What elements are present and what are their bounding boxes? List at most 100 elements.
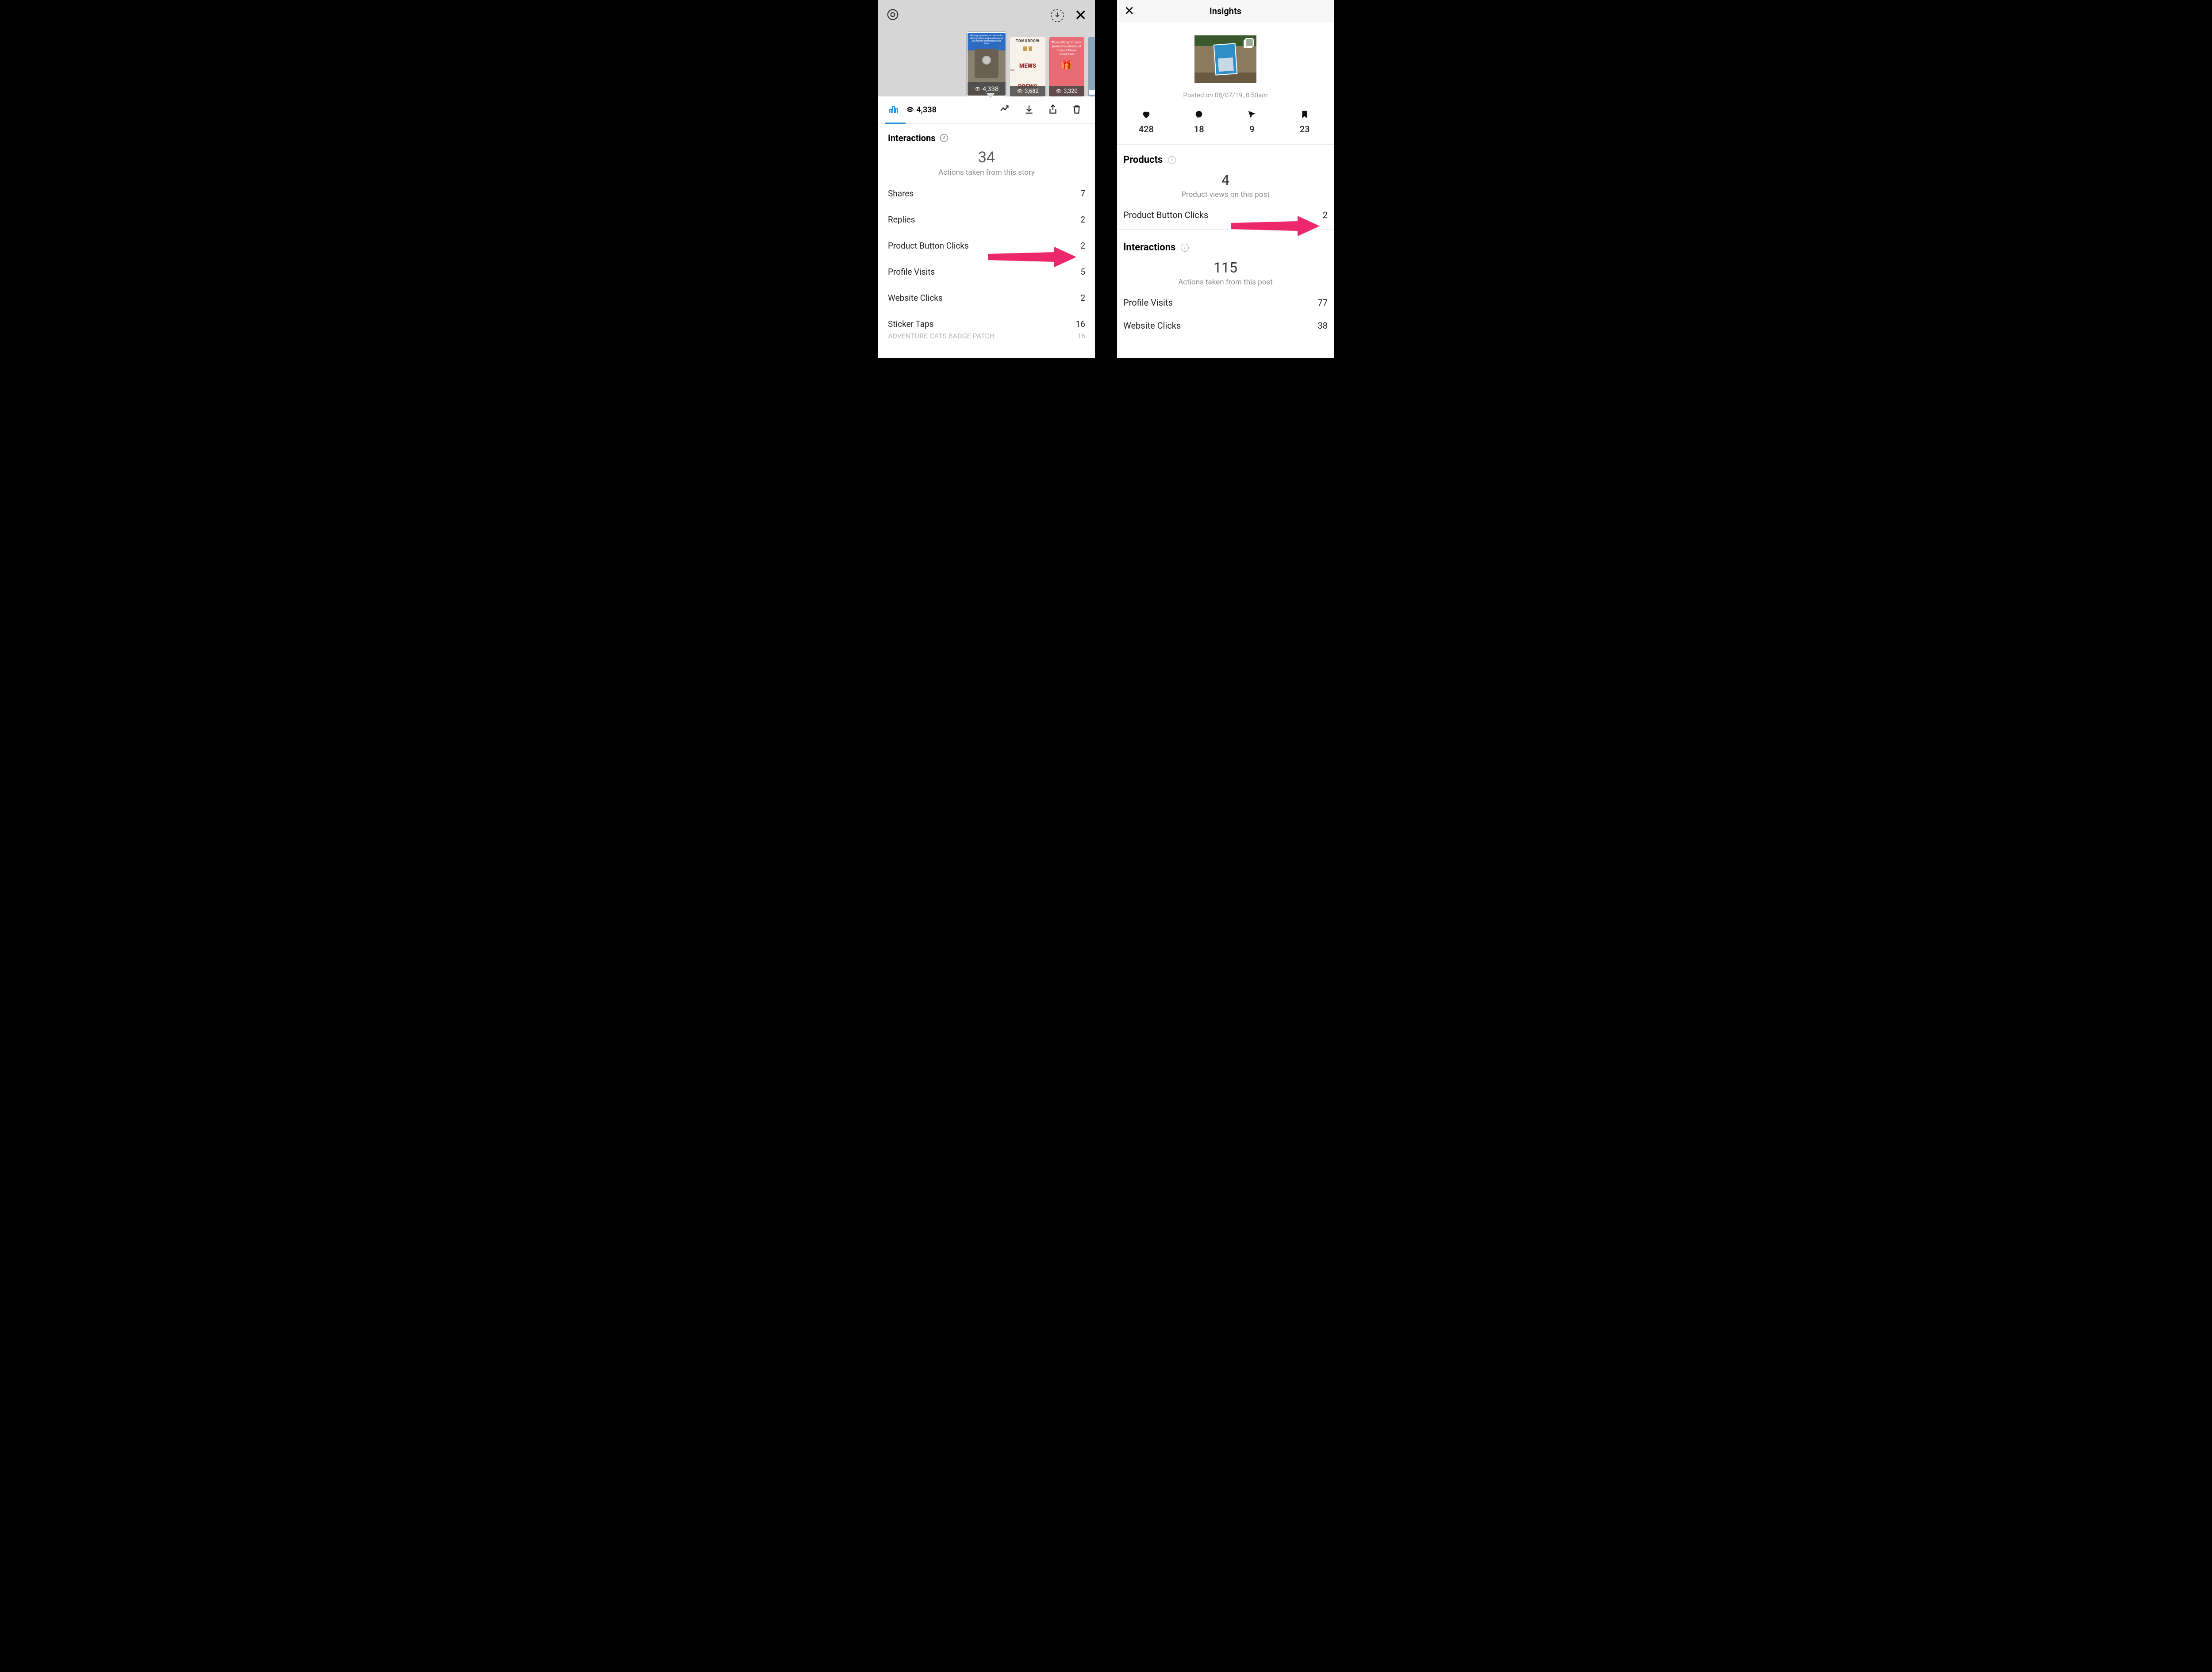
delete-trash-icon[interactable] [1068, 104, 1085, 117]
shares-count: 9 [1225, 124, 1279, 134]
products-number: 4 [1117, 172, 1334, 188]
interactions-number: 115 [1117, 259, 1334, 276]
sticker-taps-label: Sticker Taps [888, 319, 933, 329]
post-thumbnail[interactable] [1194, 35, 1256, 83]
share-icon[interactable] [1045, 104, 1061, 117]
interactions-caption: Actions taken from this post [1117, 278, 1334, 287]
info-icon[interactable]: i [940, 134, 948, 142]
backpack-graphic [975, 49, 998, 78]
sticker-sub-label: ADVENTURE CATS BADGE PATCH [888, 332, 995, 340]
interactions-total: 115 Actions taken from this post [1117, 257, 1334, 291]
replies-value: 2 [1080, 215, 1085, 225]
story-thumb-1[interactable]: We've got patches for backpacks, kitty h… [967, 32, 1006, 96]
comments-item: 18 [1173, 110, 1226, 134]
interactions-caption: Actions taken from this story [878, 168, 1095, 177]
page-title: Insights [1210, 6, 1241, 16]
paper-plane-icon [1247, 110, 1257, 119]
website-clicks-label: Website Clicks [888, 293, 943, 303]
post-insights-screen: ✕ Insights Posted on 08/07/19, 8:50am 42… [1117, 0, 1334, 358]
row-product-button-clicks: Product Button Clicks 2 [878, 233, 1095, 259]
save-dashed-icon[interactable] [1050, 8, 1065, 23]
product-button-clicks-value: 2 [1323, 210, 1328, 220]
toolbar-view-number: 4,338 [917, 105, 937, 115]
interactions-header: Interactions i [878, 124, 1095, 147]
comment-icon [1194, 110, 1204, 119]
profile-visits-value: 77 [1318, 297, 1328, 308]
thumb3-view-count: 3,320 [1064, 88, 1078, 95]
shares-value: 7 [1080, 188, 1085, 199]
story-insights-screen: ✕ We've got patches for backpacks, kitty… [878, 0, 1095, 358]
products-title: Products [1123, 154, 1163, 165]
close-icon[interactable]: ✕ [1075, 8, 1087, 23]
section-divider [1117, 229, 1334, 230]
row-website-clicks: Website Clicks 2 [878, 285, 1095, 311]
row-product-button-clicks: Product Button Clicks 2 [1117, 203, 1334, 226]
download-icon[interactable] [1021, 104, 1037, 117]
comments-count: 18 [1173, 124, 1226, 134]
likes-item: 428 [1120, 110, 1173, 134]
saves-count: 23 [1279, 124, 1332, 134]
story-thumb-3[interactable]: We're raffling off some pawsome purrizes… [1049, 37, 1084, 96]
eye-icon: 👁 [975, 86, 981, 92]
eye-icon: 👁 [906, 107, 914, 113]
carousel-icon [1245, 38, 1254, 47]
likes-count: 428 [1120, 124, 1173, 134]
row-profile-visits: Profile Visits 77 [1117, 291, 1334, 314]
thumb1-view-count: 4,338 [983, 85, 999, 93]
shares-label: Shares [888, 188, 914, 199]
interactions-number: 34 [878, 149, 1095, 166]
thumb3-text: We're raffling off some pawsome purrizes… [1049, 37, 1084, 74]
product-button-clicks-value: 2 [1080, 241, 1085, 251]
thumb2-mews: MEWS [1010, 63, 1045, 69]
website-clicks-value: 38 [1318, 320, 1328, 331]
interactions-title: Interactions [888, 133, 936, 143]
thumb2-tomorrow: TOMORROW [1010, 37, 1045, 45]
settings-gear-icon[interactable] [886, 8, 899, 23]
info-icon[interactable]: i [1181, 244, 1189, 252]
close-icon[interactable]: ✕ [1124, 5, 1134, 17]
heart-icon [1141, 110, 1151, 119]
promote-icon[interactable] [997, 104, 1014, 117]
website-clicks-value: 2 [1080, 293, 1085, 303]
thumb1-caption: We've got patches for backpacks, kitty h… [969, 35, 1004, 45]
story-thumb-2[interactable]: TOMORROW MEWS AND BREWS 👁3,682 [1010, 37, 1045, 96]
row-website-clicks: Website Clicks 38 [1117, 314, 1334, 337]
product-button-clicks-label: Product Button Clicks [888, 241, 969, 251]
products-caption: Product views on this post [1117, 190, 1334, 199]
row-sticker-taps: Sticker Taps 16 [878, 311, 1095, 330]
row-shares: Shares 7 [878, 180, 1095, 207]
profile-visits-label: Profile Visits [1123, 297, 1173, 308]
row-profile-visits: Profile Visits 5 [878, 259, 1095, 285]
website-clicks-label: Website Clicks [1123, 320, 1181, 331]
interactions-title: Interactions [1123, 242, 1175, 253]
info-icon[interactable]: i [1168, 156, 1176, 164]
story-header-icons: ✕ [878, 0, 1095, 23]
bar-chart-tab-icon[interactable] [888, 104, 899, 117]
saves-item: 23 [1279, 110, 1332, 134]
products-total: 4 Product views on this post [1117, 169, 1334, 203]
story-thumbnails[interactable]: We've got patches for backpacks, kitty h… [878, 32, 1095, 96]
bookmark-icon [1300, 110, 1310, 119]
eye-icon: 👁 [1056, 88, 1062, 94]
thumb2-views: 👁3,682 [1010, 86, 1045, 96]
interactions-total: 34 Actions taken from this story [878, 147, 1095, 180]
products-header: Products i [1117, 145, 1334, 169]
row-replies: Replies 2 [878, 207, 1095, 233]
selected-thumb-pointer [986, 93, 995, 98]
interactions-header: Interactions i [1117, 232, 1334, 257]
shares-item: 9 [1225, 110, 1279, 134]
sticker-taps-value: 16 [1076, 319, 1085, 329]
product-button-clicks-label: Product Button Clicks [1123, 210, 1208, 220]
profile-visits-label: Profile Visits [888, 267, 935, 277]
row-sticker-sub: ADVENTURE CATS BADGE PATCH 16 [878, 330, 1095, 340]
engagement-metrics: 428 18 9 23 [1117, 103, 1334, 145]
thumb4-bottom: Instagram Story [1089, 90, 1095, 95]
profile-visits-value: 5 [1080, 267, 1085, 277]
story-header: ✕ We've got patches for backpacks, kitty… [878, 0, 1095, 96]
sticker-sub-value: 16 [1077, 332, 1085, 340]
story-thumb-4[interactable]: CAT BACKP Instagram Story [1088, 37, 1095, 96]
active-tab-underline [885, 123, 906, 124]
story-toolbar: 👁 4,338 [878, 96, 1095, 124]
toolbar-view-count: 👁 4,338 [906, 105, 937, 115]
post-preview: Posted on 08/07/19, 8:50am [1117, 22, 1334, 103]
